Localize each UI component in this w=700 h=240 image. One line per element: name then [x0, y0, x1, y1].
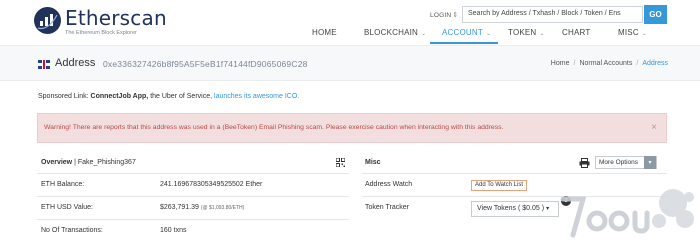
search-input[interactable]: Search by Address / Txhash / Block / Tok… [462, 6, 643, 23]
token-tracker-label: Token Tracker [365, 204, 409, 211]
chevron-down-icon: ⌄ [421, 31, 427, 37]
qr-code-icon[interactable] [336, 158, 345, 167]
sponsored-link: Sponsored Link: ConnectJob App, the Uber… [38, 93, 299, 100]
breadcrumb-separator: / [573, 60, 576, 67]
logo-name: Etherscan [65, 6, 167, 30]
logo-tagline: The Ethereum Block Explorer [65, 30, 137, 36]
etherscan-logo[interactable]: Etherscan The Ethereum Block Explorer [34, 6, 174, 36]
eth-usd-value: $263,791.39 (@ $1,093.80/ETH) [160, 204, 244, 211]
breadcrumb-separator: / [636, 60, 639, 67]
transactions-label: No Of Transactions: [41, 227, 103, 234]
sponsored-link-text[interactable]: launches its awesome ICO. [214, 93, 299, 100]
chevron-down-icon: ⌄ [539, 31, 545, 37]
phishing-warning-alert: Warning! There are reports that this add… [37, 113, 667, 143]
nav-blockchain[interactable]: BLOCKCHAIN ⌄ [364, 28, 426, 37]
go-button[interactable]: GO [644, 5, 667, 24]
nav-account[interactable]: ACCOUNT ⌄ [442, 28, 491, 37]
overview-header: Overview | Fake_Phishing367 [37, 153, 349, 174]
eth-balance-row: ETH Balance: 241.169678305349525502 Ethe… [37, 174, 349, 197]
chevron-down-icon: ⌄ [485, 31, 492, 37]
nav-home-label: HOME [312, 28, 337, 37]
nav-home[interactable]: HOME [312, 28, 337, 37]
eth-usd-value-row: ETH USD Value: $263,791.39 (@ $1,093.80/… [37, 197, 349, 220]
add-to-watch-list-button[interactable]: Add To Watch List [471, 180, 528, 191]
address-hash: 0xe336327426b8f95A5F5eB1f74144fD9065069C… [103, 59, 308, 69]
chevron-down-icon: ⌄ [641, 31, 648, 37]
misc-header: Misc More Options ▾ [362, 153, 667, 174]
eth-balance-value: 241.169678305349525502 Ether [160, 181, 263, 188]
chevron-down-icon[interactable]: ▾ [644, 156, 656, 169]
nav-token[interactable]: TOKEN ⌄ [508, 28, 545, 37]
view-tokens-label: View Tokens ( $0.05 ) [477, 205, 545, 212]
misc-title: Misc [365, 159, 381, 166]
breadcrumb-home[interactable]: Home [551, 60, 570, 67]
page-title-bar: Address 0xe336327426b8f95A5F5eB1f74144fD… [0, 45, 700, 81]
nav-blockchain-label: BLOCKCHAIN [364, 28, 419, 37]
nav-account-label: ACCOUNT [442, 28, 483, 37]
page-title: Address [55, 57, 96, 69]
breadcrumb-normal-accounts[interactable]: Normal Accounts [579, 60, 632, 67]
view-tokens-dropdown[interactable]: View Tokens ( $0.05 ) ▾ [471, 201, 559, 217]
address-watch-label: Address Watch [365, 181, 413, 188]
nav-misc-label: MISC [618, 28, 639, 37]
eth-balance-label: ETH Balance: [41, 181, 85, 188]
sponsored-prefix: Sponsored Link: [38, 93, 89, 100]
login-icon: ⇕ [452, 12, 459, 19]
nav-token-label: TOKEN [508, 28, 537, 37]
logo-chart-icon [34, 7, 61, 34]
login-label: LOGIN [430, 12, 452, 19]
uk-flag-icon [38, 60, 50, 69]
alert-text: Warning! There are reports that this add… [44, 124, 504, 131]
nav-chart[interactable]: CHART [562, 28, 590, 37]
overview-label: Overview [41, 159, 73, 166]
search-placeholder: Search by Address / Txhash / Block / Tok… [468, 10, 621, 17]
tools-watermark-logo [560, 189, 694, 238]
eth-price-note: (@ $1,093.80/ETH) [200, 205, 245, 211]
site-header: Etherscan The Ethereum Block Explorer LO… [0, 0, 700, 44]
nav-active-indicator [430, 42, 498, 44]
overview-panel: Overview | Fake_Phishing367 ETH Balance:… [37, 153, 349, 240]
nav-misc[interactable]: MISC ⌄ [618, 28, 647, 37]
close-icon[interactable]: × [651, 122, 657, 133]
print-icon[interactable] [579, 158, 590, 168]
nav-chart-label: CHART [562, 28, 591, 37]
breadcrumb-current: Address [642, 60, 668, 67]
more-options-label: More Options [599, 159, 639, 166]
caret-down-icon: ▾ [546, 206, 550, 212]
eth-usd-amount: $263,791.39 [160, 204, 199, 211]
sponsored-middle: the Uber of Service, [150, 93, 213, 100]
breadcrumb: Home / Normal Accounts / Address [551, 60, 668, 67]
eth-usd-value-label: ETH USD Value: [41, 204, 93, 211]
sponsored-name: ConnectJob App, [90, 93, 149, 100]
overview-tag: | Fake_Phishing367 [74, 159, 136, 166]
transactions-value: 160 txns [160, 227, 187, 234]
overview-title: Overview | Fake_Phishing367 [41, 159, 136, 166]
login-link[interactable]: LOGIN⇕ [430, 11, 458, 19]
transactions-row: No Of Transactions: 160 txns [37, 220, 349, 240]
